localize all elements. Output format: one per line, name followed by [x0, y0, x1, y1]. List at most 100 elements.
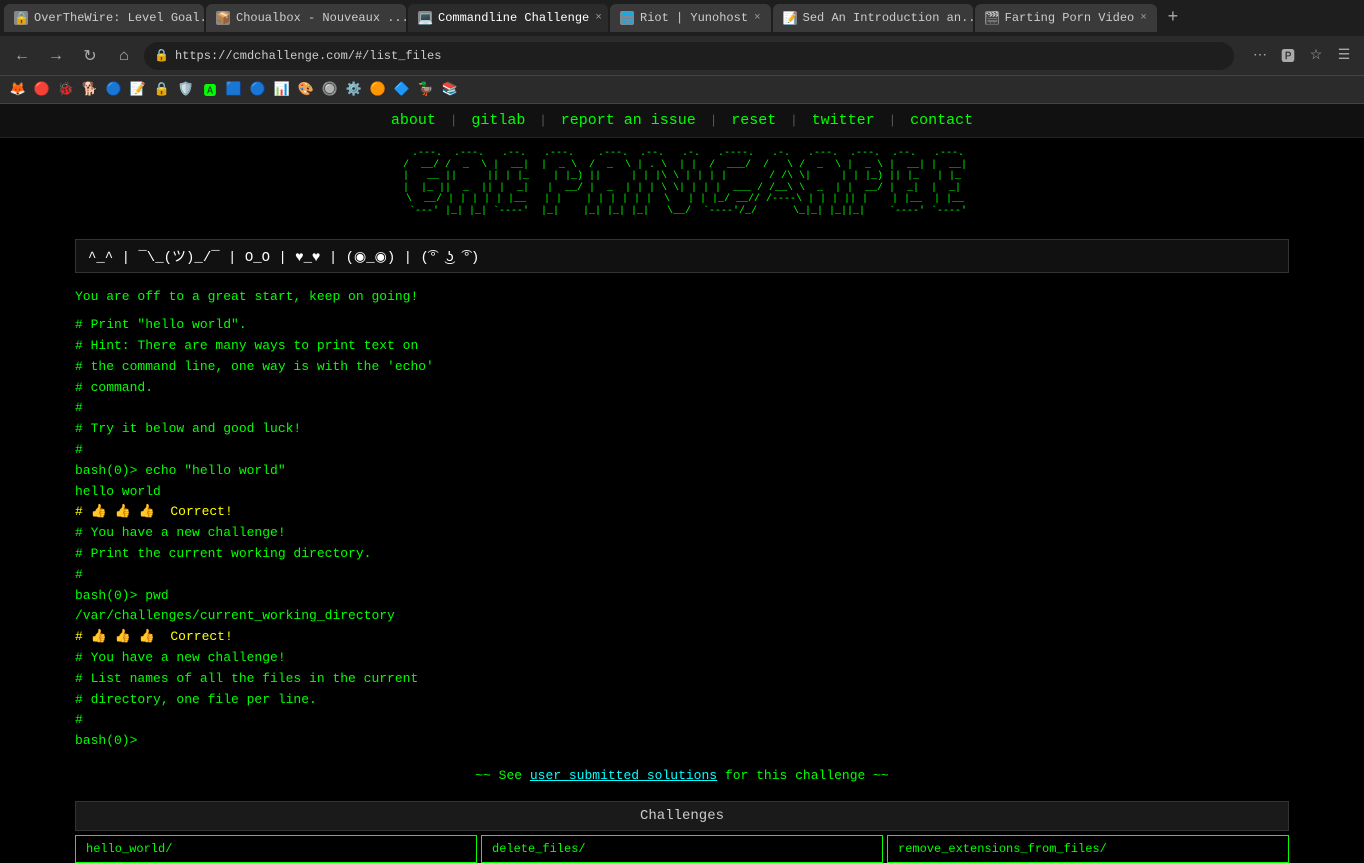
tab-choualbox[interactable]: 📦 Choualbox - Nouveaux ... ×: [206, 4, 406, 32]
new-tab-button[interactable]: +: [1159, 4, 1187, 32]
term-line-12: # directory, one file per line.: [75, 690, 1289, 711]
tab-cmdchallenge[interactable]: 💻 Commandline Challenge ×: [408, 4, 608, 32]
ext-icon-18[interactable]: 📚: [440, 80, 460, 100]
home-button[interactable]: ⌂: [110, 42, 138, 70]
term-line-10: # You have a new challenge!: [75, 648, 1289, 669]
ext-icon-13[interactable]: 🔘: [320, 80, 340, 100]
forward-button[interactable]: →: [42, 42, 70, 70]
nav-sep-3: |: [710, 113, 726, 128]
extensions-button[interactable]: ⋯: [1248, 44, 1272, 68]
ext-icon-4[interactable]: 🔵: [104, 80, 124, 100]
tab-farting[interactable]: 🎬 Farting Porn Video ×: [975, 4, 1157, 32]
tab-close-farting[interactable]: ×: [1140, 12, 1147, 24]
nav-report[interactable]: report an issue: [561, 112, 696, 129]
challenge-item-0[interactable]: hello_world/: [75, 835, 477, 863]
nav-gitlab[interactable]: gitlab: [471, 112, 525, 129]
kaomoji-bar: ^_^ | ¯\_(ツ)_/¯ | O_O | ♥_♥ | (◉_◉) | (͡…: [75, 239, 1289, 273]
term-output-1: /var/challenges/current_working_director…: [75, 606, 1289, 627]
tab-overwire[interactable]: 🔒 OverTheWire: Level Goal... ×: [4, 4, 204, 32]
ext-icon-8[interactable]: 🅰: [200, 80, 220, 100]
address-box[interactable]: 🔒 https://cmdchallenge.com/#/list_files: [144, 42, 1234, 70]
page-content: about | gitlab | report an issue | reset…: [0, 104, 1364, 863]
term-line-3: # command.: [75, 378, 1289, 399]
solutions-text-after: for this challenge ~~: [717, 768, 889, 783]
tab-label-choualbox: Choualbox - Nouveaux ...: [236, 11, 406, 25]
nav-sep-5: |: [888, 113, 904, 128]
ascii-art: .---. .---. .--. .---. .---. .--. .-. .-…: [397, 148, 967, 229]
term-line-2: # the command line, one way is with the …: [75, 357, 1289, 378]
tab-label-sed: Sed An Introduction an...: [803, 11, 973, 25]
term-line-8: # Print the current working directory.: [75, 544, 1289, 565]
ext-icon-0[interactable]: 🦊: [8, 80, 28, 100]
ext-icon-16[interactable]: 🔷: [392, 80, 412, 100]
reload-button[interactable]: ↻: [76, 42, 104, 70]
lock-icon: 🔒: [154, 48, 169, 63]
ext-icon-10[interactable]: 🔵: [248, 80, 268, 100]
challenges-grid: hello_world/ delete_files/ remove_extens…: [75, 835, 1289, 863]
tab-sed[interactable]: 📝 Sed An Introduction an... ×: [773, 4, 973, 32]
ext-icon-2[interactable]: 🐞: [56, 80, 76, 100]
ext-icon-7[interactable]: 🛡️: [176, 80, 196, 100]
term-line-11: # List names of all the files in the cur…: [75, 669, 1289, 690]
challenges-title: Challenges: [75, 801, 1289, 831]
term-line-0: # Print "hello world".: [75, 315, 1289, 336]
terminal: You are off to a great start, keep on go…: [0, 277, 1364, 797]
nav-about[interactable]: about: [391, 112, 436, 129]
term-success-1: # 👍 👍 👍 Correct!: [75, 627, 1289, 648]
tab-label-overwire: OverTheWire: Level Goal...: [34, 11, 204, 25]
ext-icon-9[interactable]: 🟦: [224, 80, 244, 100]
menu-button[interactable]: ☰: [1332, 44, 1356, 68]
pocket-button[interactable]: 🅿: [1276, 44, 1300, 68]
tab-label-riot: Riot | Yunohost: [640, 11, 748, 25]
term-prompt-1: bash(0)> pwd: [75, 586, 1289, 607]
solutions-line: ~~ See user submitted solutions for this…: [75, 766, 1289, 787]
back-button[interactable]: ←: [8, 42, 36, 70]
address-text: https://cmdchallenge.com/#/list_files: [175, 49, 441, 63]
ext-icon-17[interactable]: 🦆: [416, 80, 436, 100]
tab-riot[interactable]: 🌐 Riot | Yunohost ×: [610, 4, 771, 32]
tab-close-riot[interactable]: ×: [754, 12, 761, 24]
extensions-bar: 🦊 🔴 🐞 🐕 🔵 📝 🔒 🛡️ 🅰 🟦 🔵 📊 🎨 🔘 ⚙️ 🟠 🔷 🦆 📚: [0, 76, 1364, 104]
ext-icon-11[interactable]: 📊: [272, 80, 292, 100]
nav-sep-4: |: [790, 113, 806, 128]
term-prompt-0: bash(0)> echo "hello world": [75, 461, 1289, 482]
term-prompt-2: bash(0)>: [75, 731, 1289, 752]
ext-icon-14[interactable]: ⚙️: [344, 80, 364, 100]
term-success-0: # 👍 👍 👍 Correct!: [75, 502, 1289, 523]
ext-icon-12[interactable]: 🎨: [296, 80, 316, 100]
solutions-link[interactable]: user submitted solutions: [530, 768, 717, 783]
term-line-4: #: [75, 398, 1289, 419]
tab-favicon-sed: 📝: [783, 11, 797, 25]
tab-label-farting: Farting Porn Video: [1005, 11, 1135, 25]
challenge-item-2[interactable]: remove_extensions_from_files/: [887, 835, 1289, 863]
tab-favicon-farting: 🎬: [985, 11, 999, 25]
term-line-1: # Hint: There are many ways to print tex…: [75, 336, 1289, 357]
solutions-text-before: ~~ See: [475, 768, 530, 783]
ext-icon-1[interactable]: 🔴: [32, 80, 52, 100]
tab-close-cmdchallenge[interactable]: ×: [595, 12, 602, 24]
challenge-item-1[interactable]: delete_files/: [481, 835, 883, 863]
tab-favicon-choualbox: 📦: [216, 11, 230, 25]
ext-icon-15[interactable]: 🟠: [368, 80, 388, 100]
tab-bar: 🔒 OverTheWire: Level Goal... × 📦 Choualb…: [0, 0, 1364, 36]
bookmark-button[interactable]: ☆: [1304, 44, 1328, 68]
nav-sep-2: |: [539, 113, 555, 128]
tab-favicon-riot: 🌐: [620, 11, 634, 25]
ext-icon-6[interactable]: 🔒: [152, 80, 172, 100]
nav-twitter[interactable]: twitter: [812, 112, 875, 129]
challenges-section: Challenges hello_world/ delete_files/ re…: [0, 797, 1364, 863]
tab-label-cmdchallenge: Commandline Challenge: [438, 11, 589, 25]
term-line-13: #: [75, 710, 1289, 731]
nav-reset[interactable]: reset: [731, 112, 776, 129]
term-line-6: #: [75, 440, 1289, 461]
term-line-7: # You have a new challenge!: [75, 523, 1289, 544]
ext-icon-5[interactable]: 📝: [128, 80, 148, 100]
site-nav: about | gitlab | report an issue | reset…: [0, 104, 1364, 138]
terminal-intro: You are off to a great start, keep on go…: [75, 287, 1289, 308]
tab-favicon-cmdchallenge: 💻: [418, 11, 432, 25]
nav-sep-1: |: [450, 113, 466, 128]
ext-icon-3[interactable]: 🐕: [80, 80, 100, 100]
nav-contact[interactable]: contact: [910, 112, 973, 129]
address-bar-row: ← → ↻ ⌂ 🔒 https://cmdchallenge.com/#/lis…: [0, 36, 1364, 76]
tab-favicon-overwire: 🔒: [14, 11, 28, 25]
